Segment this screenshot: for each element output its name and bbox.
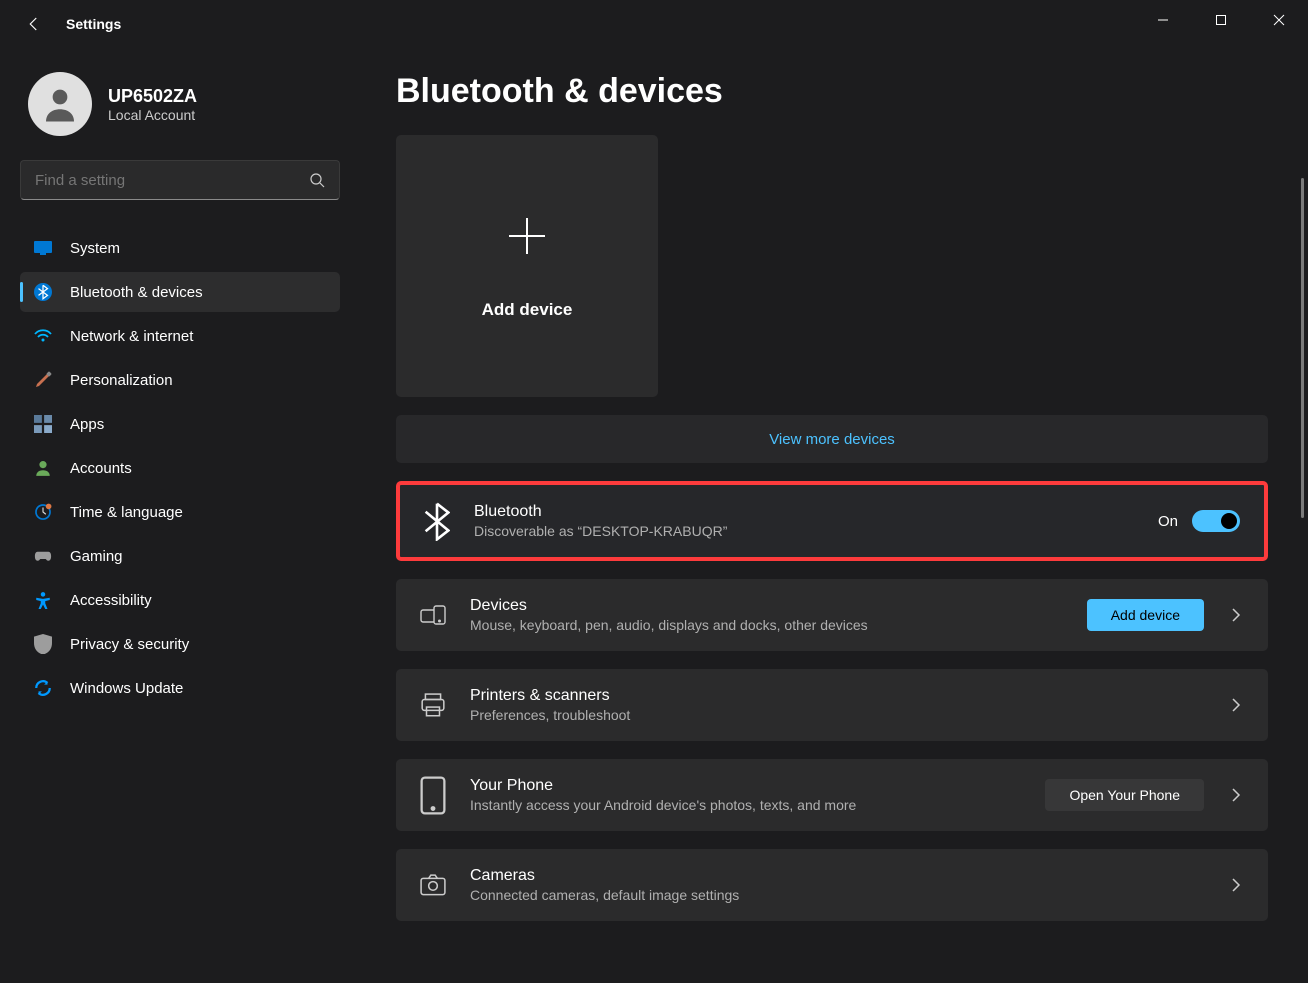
nav-list: System Bluetooth & devices Network & int…: [20, 228, 356, 708]
wifi-icon: [34, 327, 52, 345]
nav-label: Windows Update: [70, 680, 183, 697]
add-device-button[interactable]: Add device: [1087, 599, 1204, 631]
clock-icon: [34, 503, 52, 521]
printers-sub: Preferences, troubleshoot: [470, 707, 1204, 723]
printers-card[interactable]: Printers & scanners Preferences, trouble…: [396, 669, 1268, 741]
nav-item-personalization[interactable]: Personalization: [20, 360, 340, 400]
cameras-title: Cameras: [470, 867, 1204, 885]
phone-icon: [420, 782, 446, 808]
view-more-devices[interactable]: View more devices: [396, 415, 1268, 463]
search-icon: [309, 172, 325, 188]
system-icon: [34, 239, 52, 257]
nav-label: Network & internet: [70, 328, 193, 345]
nav-label: Gaming: [70, 548, 123, 565]
nav-label: Privacy & security: [70, 636, 189, 653]
chevron-right-icon: [1228, 607, 1244, 623]
phone-title: Your Phone: [470, 777, 1021, 795]
app-title: Settings: [66, 16, 121, 32]
sidebar: UP6502ZA Local Account System Bluetooth …: [0, 48, 360, 983]
devices-icon: [420, 602, 446, 628]
cameras-card[interactable]: Cameras Connected cameras, default image…: [396, 849, 1268, 921]
bluetooth-state: On: [1158, 513, 1178, 530]
chevron-right-icon: [1228, 697, 1244, 713]
nav-item-gaming[interactable]: Gaming: [20, 536, 340, 576]
nav-label: Accessibility: [70, 592, 152, 609]
nav-label: Bluetooth & devices: [70, 284, 203, 301]
chevron-right-icon: [1228, 787, 1244, 803]
cameras-sub: Connected cameras, default image setting…: [470, 887, 1204, 903]
search-input[interactable]: [20, 160, 340, 200]
bluetooth-title: Bluetooth: [474, 503, 1134, 521]
printer-icon: [420, 692, 446, 718]
accessibility-icon: [34, 591, 52, 609]
gamepad-icon: [34, 547, 52, 565]
profile-name: UP6502ZA: [108, 86, 197, 107]
add-device-tile[interactable]: Add device: [396, 135, 658, 397]
plus-icon: [503, 212, 551, 272]
brush-icon: [34, 371, 52, 389]
chevron-right-icon: [1228, 877, 1244, 893]
update-icon: [34, 679, 52, 697]
nav-item-apps[interactable]: Apps: [20, 404, 340, 444]
devices-card[interactable]: Devices Mouse, keyboard, pen, audio, dis…: [396, 579, 1268, 651]
scrollbar[interactable]: [1301, 178, 1304, 518]
nav-item-network[interactable]: Network & internet: [20, 316, 340, 356]
bluetooth-sub: Discoverable as “DESKTOP-KRABUQR”: [474, 523, 1134, 539]
avatar: [28, 72, 92, 136]
nav-item-accounts[interactable]: Accounts: [20, 448, 340, 488]
nav-item-privacy[interactable]: Privacy & security: [20, 624, 340, 664]
devices-sub: Mouse, keyboard, pen, audio, displays an…: [470, 617, 1063, 633]
nav-item-update[interactable]: Windows Update: [20, 668, 340, 708]
apps-icon: [34, 415, 52, 433]
phone-sub: Instantly access your Android device's p…: [470, 797, 1021, 813]
nav-item-accessibility[interactable]: Accessibility: [20, 580, 340, 620]
bluetooth-card: Bluetooth Discoverable as “DESKTOP-KRABU…: [396, 481, 1268, 561]
titlebar: Settings: [0, 0, 1308, 48]
person-icon: [34, 459, 52, 477]
back-button[interactable]: [22, 12, 46, 36]
nav-item-bluetooth[interactable]: Bluetooth & devices: [20, 272, 340, 312]
maximize-button[interactable]: [1192, 0, 1250, 40]
bluetooth-icon: [424, 508, 450, 534]
nav-item-time[interactable]: Time & language: [20, 492, 340, 532]
nav-label: Personalization: [70, 372, 173, 389]
nav-label: Time & language: [70, 504, 183, 521]
shield-icon: [34, 635, 52, 653]
profile-row[interactable]: UP6502ZA Local Account: [20, 64, 356, 154]
camera-icon: [420, 872, 446, 898]
devices-title: Devices: [470, 597, 1063, 615]
view-more-label: View more devices: [769, 431, 895, 448]
minimize-button[interactable]: [1134, 0, 1192, 40]
bluetooth-icon: [34, 283, 52, 301]
page-title: Bluetooth & devices: [396, 72, 1268, 111]
nav-label: Apps: [70, 416, 104, 433]
nav-label: System: [70, 240, 120, 257]
close-button[interactable]: [1250, 0, 1308, 40]
phone-card[interactable]: Your Phone Instantly access your Android…: [396, 759, 1268, 831]
main-content: Bluetooth & devices Add device View more…: [360, 48, 1308, 983]
nav-item-system[interactable]: System: [20, 228, 340, 268]
open-phone-button[interactable]: Open Your Phone: [1045, 779, 1204, 811]
add-device-label: Add device: [482, 300, 573, 320]
search-field[interactable]: [35, 172, 309, 189]
bluetooth-toggle[interactable]: [1192, 510, 1240, 532]
profile-sub: Local Account: [108, 107, 197, 123]
printers-title: Printers & scanners: [470, 687, 1204, 705]
nav-label: Accounts: [70, 460, 132, 477]
